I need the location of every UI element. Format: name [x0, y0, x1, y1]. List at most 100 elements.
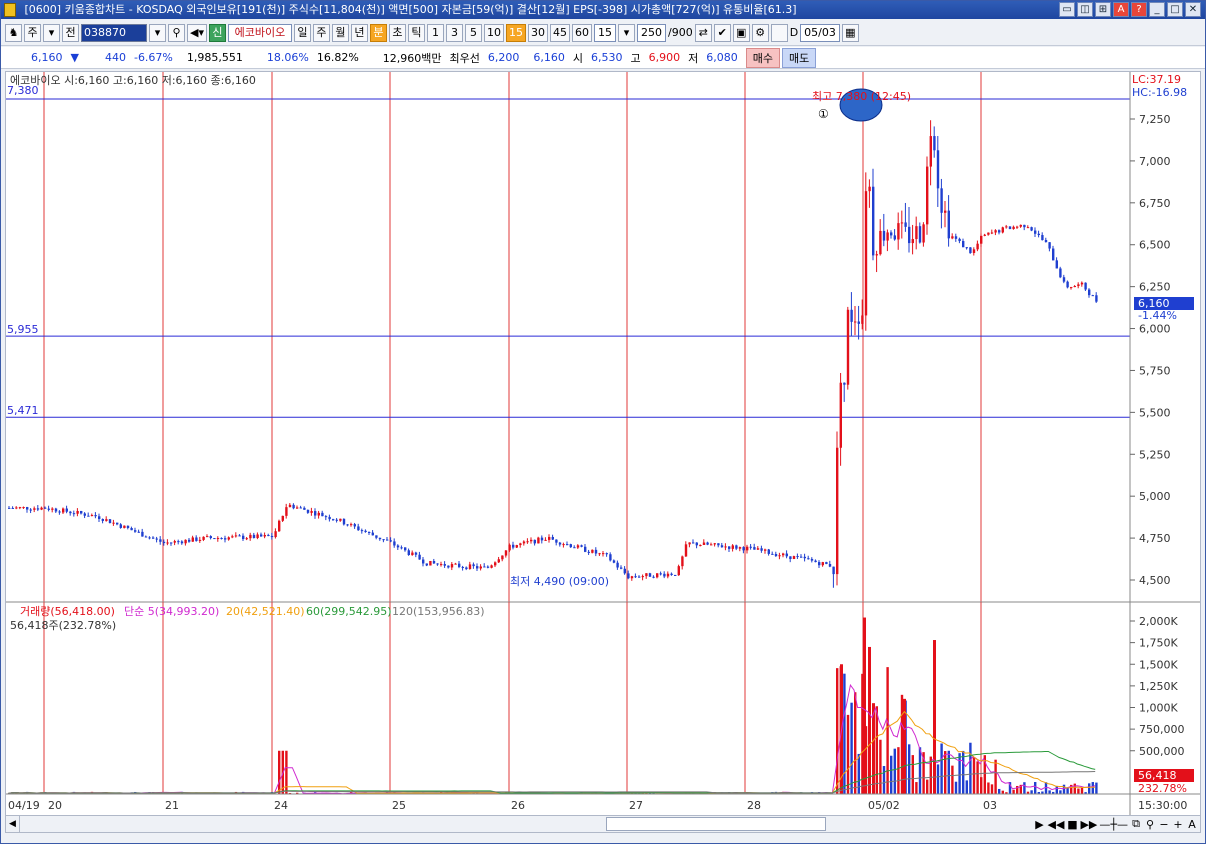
calendar-icon[interactable]: ▦: [841, 23, 859, 42]
new-badge[interactable]: 신: [208, 23, 226, 42]
period-second[interactable]: 초: [388, 23, 406, 42]
period-month[interactable]: 월: [331, 23, 349, 42]
price-tick-label: 5,500: [1139, 406, 1171, 419]
buy-button[interactable]: 매수: [745, 47, 781, 68]
horizontal-scrollbar[interactable]: ◀ ▶ ◀◀ ■ ▶▶ —┼— ⧉ ⚲ − + A: [5, 815, 1201, 833]
chart-svg[interactable]: 에코바이오 시:6,160 고:6,160 저:6,160 종:6,160 LC…: [6, 72, 1200, 816]
candle-body: [321, 512, 324, 517]
split-view-icon[interactable]: ◫: [1077, 2, 1093, 17]
period-tick[interactable]: 틱: [407, 23, 425, 42]
code-dropdown-icon[interactable]: ▾: [149, 23, 166, 42]
interval-dropdown-icon[interactable]: ▾: [617, 23, 635, 42]
stock-name-field[interactable]: 에코바이오: [227, 23, 292, 42]
interval-input[interactable]: 15: [593, 23, 616, 42]
candle-body: [969, 247, 972, 254]
date-checkbox[interactable]: [770, 23, 788, 42]
drawing-tools-icon[interactable]: ⧉: [1130, 817, 1142, 831]
tool-arrows-icon[interactable]: ⇄: [694, 23, 712, 42]
candle-body: [195, 537, 198, 541]
search-icon[interactable]: ⚲: [168, 23, 185, 42]
interval-10[interactable]: 10: [483, 23, 504, 42]
count-input[interactable]: 250: [636, 23, 666, 42]
period-day[interactable]: 일: [293, 23, 311, 42]
interval-30[interactable]: 30: [527, 23, 548, 42]
candle-body: [141, 531, 144, 537]
maximize-button[interactable]: □: [1167, 2, 1183, 17]
candle-body: [418, 554, 421, 560]
turnover-2: 16.82%: [316, 51, 359, 64]
market-dropdown-icon[interactable]: ▾: [43, 23, 60, 42]
candle-body: [540, 537, 544, 541]
play-icon[interactable]: ▶: [1034, 818, 1046, 831]
interval-45[interactable]: 45: [549, 23, 570, 42]
lc-label: LC:37.19: [1132, 73, 1181, 86]
tool-check-icon[interactable]: ✔: [713, 23, 731, 42]
interval-60[interactable]: 60: [571, 23, 592, 42]
candle-body: [76, 510, 79, 514]
candle-body: [206, 536, 209, 538]
candle-body: [987, 232, 990, 235]
period-minute[interactable]: 분: [369, 23, 387, 42]
fast-forward-icon[interactable]: ▶▶: [1080, 818, 1097, 831]
zoom-in-icon[interactable]: +: [1172, 818, 1184, 831]
candle-body: [807, 558, 810, 560]
candle-body: [342, 518, 346, 525]
interval-1[interactable]: 1: [426, 23, 444, 42]
rewind-icon[interactable]: ◀◀: [1048, 818, 1065, 831]
volume-bar: [1062, 784, 1066, 794]
period-year[interactable]: 년: [350, 23, 368, 42]
all-button[interactable]: 전: [62, 23, 79, 42]
zoom-out-icon[interactable]: −: [1158, 818, 1170, 831]
candle-body: [821, 562, 824, 566]
save-icon[interactable]: ▣: [732, 23, 750, 42]
stop-icon[interactable]: ■: [1066, 818, 1078, 831]
font-size-icon[interactable]: A: [1186, 818, 1198, 831]
candle-body: [929, 136, 932, 167]
price-tick-label: 4,750: [1139, 532, 1171, 545]
candle-body: [184, 539, 187, 544]
chart-menu-icon[interactable]: ♞: [5, 23, 22, 42]
market-select[interactable]: 주: [24, 23, 41, 42]
period-week[interactable]: 주: [312, 23, 330, 42]
candle-body: [796, 556, 799, 558]
candle-body: [382, 539, 385, 541]
interval-5[interactable]: 5: [464, 23, 482, 42]
restore-layout-icon[interactable]: ▭: [1059, 2, 1075, 17]
candle-body: [8, 507, 11, 509]
settings-gear-icon[interactable]: ⚙: [751, 23, 769, 42]
sound-icon[interactable]: ◀▾: [187, 23, 207, 42]
link-icon[interactable]: ⊞: [1095, 2, 1111, 17]
date-input[interactable]: 05/03: [800, 23, 840, 42]
candle-body: [965, 247, 968, 249]
interval-15[interactable]: 15: [505, 23, 526, 42]
best-bid: 6,200: [487, 51, 520, 64]
minimize-button[interactable]: _: [1149, 2, 1165, 17]
chart-area[interactable]: 에코바이오 시:6,160 고:6,160 저:6,160 종:6,160 LC…: [5, 71, 1201, 817]
candle-body: [249, 534, 252, 539]
candle-body: [393, 541, 396, 546]
zoom-slider-icon[interactable]: —┼—: [1099, 818, 1128, 831]
stock-code-input[interactable]: 038870: [81, 23, 147, 42]
help-icon[interactable]: ?: [1131, 2, 1147, 17]
candle-body: [915, 226, 918, 240]
close-button[interactable]: ✕: [1185, 2, 1201, 17]
volume-bar: [857, 753, 860, 794]
scroll-left-icon[interactable]: ◀: [6, 816, 20, 832]
sell-button[interactable]: 매도: [782, 47, 817, 68]
candle-body: [112, 522, 115, 524]
candle-body: [738, 547, 742, 549]
candle-body: [368, 532, 371, 534]
interval-3[interactable]: 3: [445, 23, 463, 42]
candle-body: [224, 538, 227, 540]
candle-body: [1062, 277, 1066, 282]
candle-body: [432, 560, 436, 564]
font-icon[interactable]: A: [1113, 2, 1129, 17]
candle-body: [908, 226, 911, 244]
price-tick-label: 6,500: [1139, 239, 1171, 252]
zoom-icon[interactable]: ⚲: [1144, 818, 1156, 831]
candle-body: [220, 538, 223, 540]
candle-body: [288, 504, 292, 508]
candle-body: [857, 321, 860, 324]
scroll-thumb[interactable]: [606, 817, 826, 831]
candle-body: [227, 537, 230, 540]
